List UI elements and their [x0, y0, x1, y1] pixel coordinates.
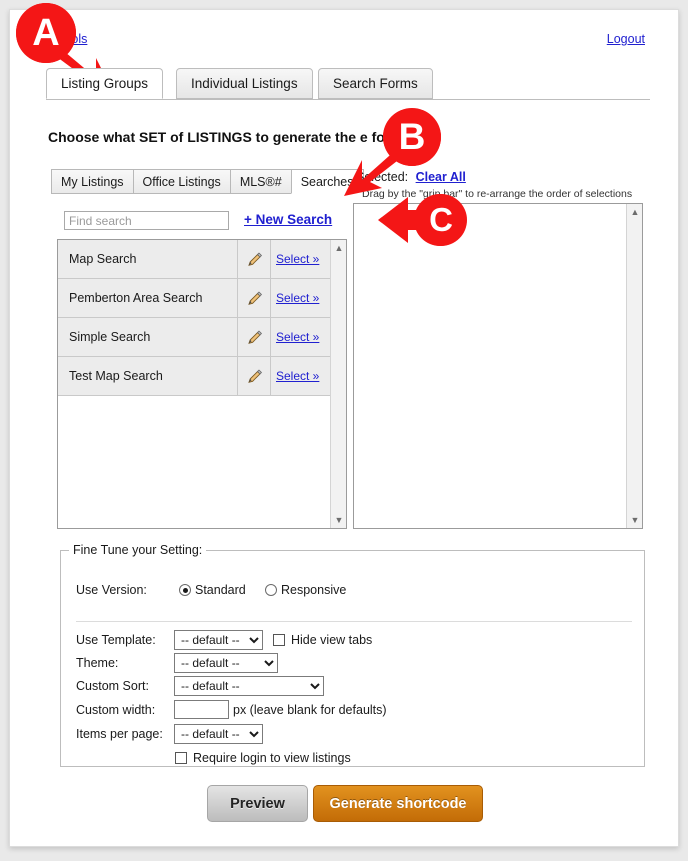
select-link[interactable]: Select » [276, 369, 319, 383]
radio-standard[interactable]: Standard [179, 583, 246, 597]
require-login-label: Require login to view listings [193, 751, 351, 765]
pencil-icon [247, 251, 262, 266]
logout-link[interactable]: Logout [607, 32, 645, 46]
scroll-down-icon[interactable]: ▼ [627, 512, 642, 528]
saved-search-list-panel: Map Search Select » Pemberton Area Searc… [57, 239, 347, 529]
radio-responsive-label: Responsive [281, 583, 347, 597]
selected-label: Selected: [356, 170, 409, 184]
tab-label: Search Forms [333, 76, 418, 91]
custom-sort-select[interactable]: -- default -- [174, 676, 324, 696]
radio-responsive[interactable]: Responsive [265, 583, 346, 597]
selected-items-panel[interactable]: ▲ ▼ [353, 203, 643, 529]
select-link[interactable]: Select » [276, 291, 319, 305]
scroll-up-icon[interactable]: ▲ [331, 240, 346, 256]
top-bar: g Tools Logout [10, 32, 678, 54]
pencil-icon [247, 368, 262, 383]
preview-button[interactable]: Preview [207, 785, 308, 822]
edit-search-button[interactable] [237, 279, 270, 317]
items-per-page-label: Items per page: [76, 727, 163, 741]
radio-standard-label: Standard [195, 583, 246, 597]
custom-width-input[interactable] [174, 700, 229, 719]
require-login-checkbox[interactable]: Require login to view listings [175, 751, 351, 765]
search-input[interactable] [64, 211, 229, 230]
scroll-up-icon[interactable]: ▲ [627, 204, 642, 220]
radio-responsive-dot [265, 584, 277, 596]
new-search-link[interactable]: + New Search [244, 212, 332, 227]
drag-hint-text: Drag by the "grip bar" to re-arrange the… [362, 188, 633, 200]
page-card: g Tools Logout Listing Groups Individual… [9, 9, 679, 847]
tab-listing-groups[interactable]: Listing Groups [46, 68, 164, 99]
pencil-icon [247, 329, 262, 344]
select-cell: Select » [270, 279, 330, 317]
edit-search-button[interactable] [237, 240, 270, 278]
search-name: Pemberton Area Search [69, 291, 203, 305]
subtab-label: MLS®# [239, 174, 282, 189]
subtab-my-listings[interactable]: My Listings [51, 169, 133, 194]
search-name: Map Search [69, 252, 137, 266]
items-per-page-select[interactable]: -- default -- [174, 724, 263, 744]
main-tabstrip: Listing Groups Individual Listings Searc… [46, 68, 650, 100]
subtab-office-listings[interactable]: Office Listings [132, 169, 230, 194]
theme-label: Theme: [76, 656, 119, 670]
select-link[interactable]: Select » [276, 330, 319, 344]
select-link[interactable]: Select » [276, 252, 319, 266]
use-template-select[interactable]: -- default -- [174, 630, 263, 650]
table-row[interactable]: Test Map Search Select » [58, 357, 330, 396]
listing-source-subtabs: My Listings Office Listings MLS®# Search… [51, 169, 364, 194]
subtab-label: Searches [300, 174, 354, 189]
table-row[interactable]: Pemberton Area Search Select » [58, 279, 330, 318]
edit-search-button[interactable] [237, 357, 270, 395]
selected-header: Selected: Clear All [356, 170, 466, 184]
clear-all-link[interactable]: Clear All [416, 170, 466, 184]
checkbox-box [273, 634, 285, 646]
hide-view-tabs-label: Hide view tabs [291, 633, 373, 647]
select-cell: Select » [270, 357, 330, 395]
scroll-down-icon[interactable]: ▼ [331, 512, 346, 528]
listing-tools-link[interactable]: g Tools [48, 32, 87, 46]
saved-search-list: Map Search Select » Pemberton Area Searc… [58, 240, 330, 528]
radio-standard-dot [179, 584, 191, 596]
fine-tune-settings: Fine Tune your Setting: Use Version: Sta… [60, 543, 645, 767]
edit-search-button[interactable] [237, 318, 270, 356]
hide-view-tabs-checkbox[interactable]: Hide view tabs [273, 633, 372, 647]
theme-select[interactable]: -- default -- [174, 653, 278, 673]
tab-search-forms[interactable]: Search Forms [318, 68, 433, 99]
tab-label: Listing Groups [61, 76, 149, 91]
subtab-label: Office Listings [142, 174, 221, 189]
list-scrollbar[interactable]: ▲ ▼ [330, 240, 346, 528]
generate-shortcode-button[interactable]: Generate shortcode [313, 785, 483, 822]
custom-width-label: Custom width: [76, 703, 156, 717]
use-version-label: Use Version: [76, 583, 147, 597]
subtab-label: My Listings [61, 174, 124, 189]
select-cell: Select » [270, 240, 330, 278]
selected-panel-scrollbar[interactable]: ▲ ▼ [626, 204, 642, 528]
tab-label: Individual Listings [191, 76, 298, 91]
pencil-icon [247, 290, 262, 305]
subtab-mls-number[interactable]: MLS®# [229, 169, 291, 194]
custom-width-suffix: px (leave blank for defaults) [233, 703, 387, 717]
page-heading: Choose what SET of LISTINGS to generate … [48, 129, 395, 145]
section-divider [76, 621, 632, 622]
use-template-label: Use Template: [76, 633, 156, 647]
subtab-searches[interactable]: Searches [290, 169, 364, 194]
select-cell: Select » [270, 318, 330, 356]
tab-individual-listings[interactable]: Individual Listings [176, 68, 313, 99]
search-name: Test Map Search [69, 369, 163, 383]
table-row[interactable]: Map Search Select » [58, 240, 330, 279]
custom-sort-label: Custom Sort: [76, 679, 149, 693]
search-name: Simple Search [69, 330, 151, 344]
fine-tune-legend: Fine Tune your Setting: [73, 543, 203, 557]
table-row[interactable]: Simple Search Select » [58, 318, 330, 357]
checkbox-box [175, 752, 187, 764]
